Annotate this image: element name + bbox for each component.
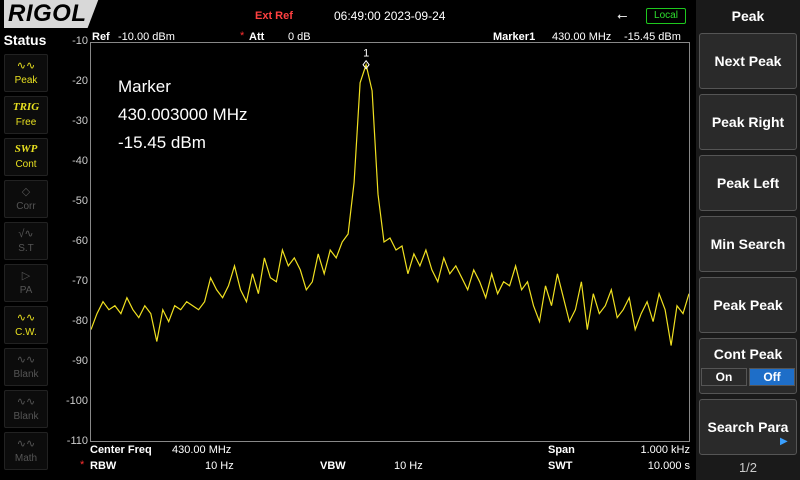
y-tick-label: -70 — [72, 275, 88, 287]
swp-icon: SWP — [14, 143, 38, 155]
status-item-label: Free — [15, 117, 37, 128]
vbw-label: VBW — [320, 460, 346, 472]
menu-title: Peak — [731, 8, 765, 24]
att-star: * — [240, 30, 245, 42]
min-search-button[interactable]: Min Search — [699, 216, 797, 272]
cont-peak-toggle[interactable]: On Off — [700, 368, 796, 386]
cont-peak-button[interactable]: Cont Peak On Off — [699, 338, 797, 394]
vbw-value: 10 Hz — [394, 460, 423, 472]
menu-item-label: Min Search — [710, 236, 786, 252]
usb-icon: ⭠ — [617, 8, 628, 23]
marker-readout: Marker 430.003000 MHz -15.45 dBm — [118, 73, 247, 157]
footer-row-1: Center Freq 430.00 MHz Span 1.000 kHz — [90, 444, 690, 458]
status-item-label: S.T — [18, 243, 34, 254]
y-tick-label: -90 — [72, 355, 88, 367]
status-item-math[interactable]: ∿∿ Math — [4, 432, 48, 470]
status-item-label: Math — [14, 453, 38, 464]
blank-icon: ∿∿ — [16, 354, 36, 366]
y-tick-label: -110 — [66, 435, 88, 447]
pa-icon: ▷ — [21, 270, 31, 282]
peak-icon: ∿∿ — [16, 60, 36, 72]
rbw-label: RBW — [90, 460, 117, 472]
swt-label: SWT — [548, 460, 573, 472]
menu-page-indicator[interactable]: 1/2 — [696, 460, 800, 475]
span-label: Span — [548, 444, 575, 456]
rbw-star: * — [80, 459, 85, 471]
marker-readout-freq: 430.003000 MHz — [118, 105, 248, 124]
swt-value: 10.000 s — [647, 460, 690, 472]
y-tick-label: -40 — [72, 155, 88, 167]
y-tick-label: -80 — [72, 315, 88, 327]
status-item-blank[interactable]: ∿∿ Blank — [4, 390, 48, 428]
ext-ref-indicator: Ext Ref — [255, 10, 293, 22]
menu-item-label: Peak Right — [711, 114, 785, 130]
math-icon: ∿∿ — [16, 438, 36, 450]
status-item-peak[interactable]: ∿∿ Peak — [4, 54, 48, 92]
status-item-corr[interactable]: ◇ Corr — [4, 180, 48, 218]
status-item-label: Corr — [16, 201, 36, 212]
marker-tag: 1 — [363, 48, 369, 60]
y-tick-label: -100 — [65, 395, 88, 407]
y-tick-label: -30 — [72, 115, 88, 127]
peak-right-button[interactable]: Peak Right — [699, 94, 797, 150]
brand-logo: RIGOL — [4, 0, 99, 28]
y-tick-label: -60 — [72, 235, 88, 247]
peak-left-button[interactable]: Peak Left — [699, 155, 797, 211]
menu-item-label: Peak Peak — [713, 297, 783, 313]
submenu-arrow-icon: ▶ — [780, 436, 788, 447]
datetime: 06:49:00 2023-09-24 — [334, 9, 446, 23]
menu-item-label: Next Peak — [714, 53, 782, 69]
status-item-label: Cont — [15, 159, 37, 170]
status-item-label: C.W. — [15, 327, 37, 338]
trig-icon: TRIG — [12, 101, 40, 113]
cw-icon: ∿∿ — [16, 312, 36, 324]
status-item-label: Peak — [14, 75, 38, 86]
status-item-st[interactable]: √∿ S.T — [4, 222, 48, 260]
status-item-free[interactable]: TRIG Free — [4, 96, 48, 134]
status-title: Status — [3, 32, 47, 48]
span-value: 1.000 kHz — [640, 444, 690, 456]
peak-peak-button[interactable]: Peak Peak — [699, 277, 797, 333]
marker-readout-title: Marker — [118, 77, 171, 96]
status-item-label: Blank — [13, 369, 39, 380]
next-peak-button[interactable]: Next Peak — [699, 33, 797, 89]
center-freq-label: Center Freq — [90, 444, 152, 456]
st-icon: √∿ — [18, 228, 34, 240]
rbw-value: 10 Hz — [205, 460, 234, 472]
status-item-blank[interactable]: ∿∿ Blank — [4, 348, 48, 386]
corr-icon: ◇ — [21, 186, 31, 198]
status-item-label: PA — [19, 285, 33, 296]
search-para-label: Search Para — [707, 419, 789, 435]
cont-peak-off[interactable]: Off — [749, 368, 795, 386]
y-tick-label: -50 — [72, 195, 88, 207]
y-tick-label: -20 — [72, 75, 88, 87]
status-item-cw[interactable]: ∿∿ C.W. — [4, 306, 48, 344]
status-item-label: Blank — [13, 411, 39, 422]
center-freq-value: 430.00 MHz — [172, 444, 232, 456]
y-tick-label: -10 — [72, 35, 88, 47]
blank-icon: ∿∿ — [16, 396, 36, 408]
menu-item-label: Peak Left — [716, 175, 780, 191]
footer-row-2: * RBW 10 Hz VBW 10 Hz SWT 10.000 s — [80, 459, 690, 474]
local-badge[interactable]: Local — [646, 8, 686, 24]
status-item-cont[interactable]: SWP Cont — [4, 138, 48, 176]
cont-peak-label: Cont Peak — [713, 346, 783, 362]
status-item-pa[interactable]: ▷ PA — [4, 264, 48, 302]
brand-text: RIGOL — [8, 0, 87, 27]
marker-readout-amp: -15.45 dBm — [118, 133, 206, 152]
cont-peak-on[interactable]: On — [701, 368, 747, 386]
